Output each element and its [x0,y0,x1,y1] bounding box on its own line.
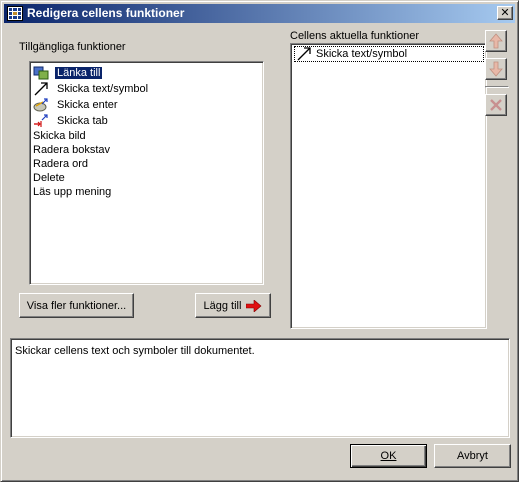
list-item-skicka-bild[interactable]: Skicka bild [33,128,262,143]
list-item-label: Radera bokstav [33,143,111,156]
close-button[interactable]: ✕ [497,6,513,20]
current-item-skicka-text-symbol[interactable]: Skicka text/symbol [294,46,484,62]
arrow-up-right-icon [296,47,314,61]
available-functions-list[interactable]: Länka till Skicka text/symbol Skicka ent… [29,61,264,285]
arrow-up-right-icon [33,81,49,96]
list-item-label: Skicka tab [57,114,108,127]
enter-icon [33,97,49,112]
current-functions-list[interactable]: Skicka text/symbol [290,43,487,329]
add-button[interactable]: Lägg till [195,293,271,318]
list-item-label: Delete [33,171,65,184]
move-down-button[interactable] [485,58,507,80]
list-item-label: Skicka text/symbol [57,82,149,95]
separator [485,86,509,88]
red-arrow-right-icon [246,299,262,312]
current-functions-label: Cellens aktuella funktioner [290,30,420,42]
list-item-skicka-text-symbol[interactable]: Skicka text/symbol [33,81,262,96]
list-item-label: Skicka bild [33,129,86,142]
list-item-lanka-till[interactable]: Länka till [33,65,262,80]
list-item-skicka-enter[interactable]: Skicka enter [33,97,262,112]
list-item-las-upp-mening[interactable]: Läs upp mening [33,184,262,199]
list-item-delete[interactable]: Delete [33,170,262,185]
show-more-functions-label: Visa fler funktioner... [26,299,127,312]
available-functions-label: Tillgängliga funktioner [19,41,126,53]
ok-label: OK [380,450,397,462]
grid-app-icon [7,6,23,21]
current-item-label: Skicka text/symbol [316,48,408,60]
list-item-radera-bokstav[interactable]: Radera bokstav [33,142,262,157]
arrow-down-icon [489,61,503,77]
list-item-label: Länka till [55,66,103,79]
cancel-label: Avbryt [457,450,488,462]
description-box: Skickar cellens text och symboler till d… [10,338,510,438]
arrow-up-icon [489,33,503,49]
list-item-label: Läs upp mening [33,185,112,198]
list-item-skicka-tab[interactable]: Skicka tab [33,113,262,128]
cancel-button[interactable]: Avbryt [434,444,511,468]
title-bar[interactable]: Redigera cellens funktioner ✕ [4,4,515,23]
close-icon: ✕ [500,6,510,19]
dialog-window: Redigera cellens funktioner ✕ Tillgängli… [0,0,519,482]
list-item-label: Skicka enter [57,98,118,111]
delete-x-icon [489,98,503,112]
description-text: Skickar cellens text och symboler till d… [15,345,255,357]
window-title: Redigera cellens funktioner [27,6,185,20]
move-up-button[interactable] [485,30,507,52]
ok-button[interactable]: OK [350,444,427,468]
list-item-radera-ord[interactable]: Radera ord [33,156,262,171]
add-button-label: Lägg till [203,299,242,312]
tab-icon [33,113,49,128]
list-item-label: Radera ord [33,157,89,170]
link-icon [33,66,49,80]
remove-button[interactable] [485,94,507,116]
show-more-functions-button[interactable]: Visa fler funktioner... [19,293,134,318]
